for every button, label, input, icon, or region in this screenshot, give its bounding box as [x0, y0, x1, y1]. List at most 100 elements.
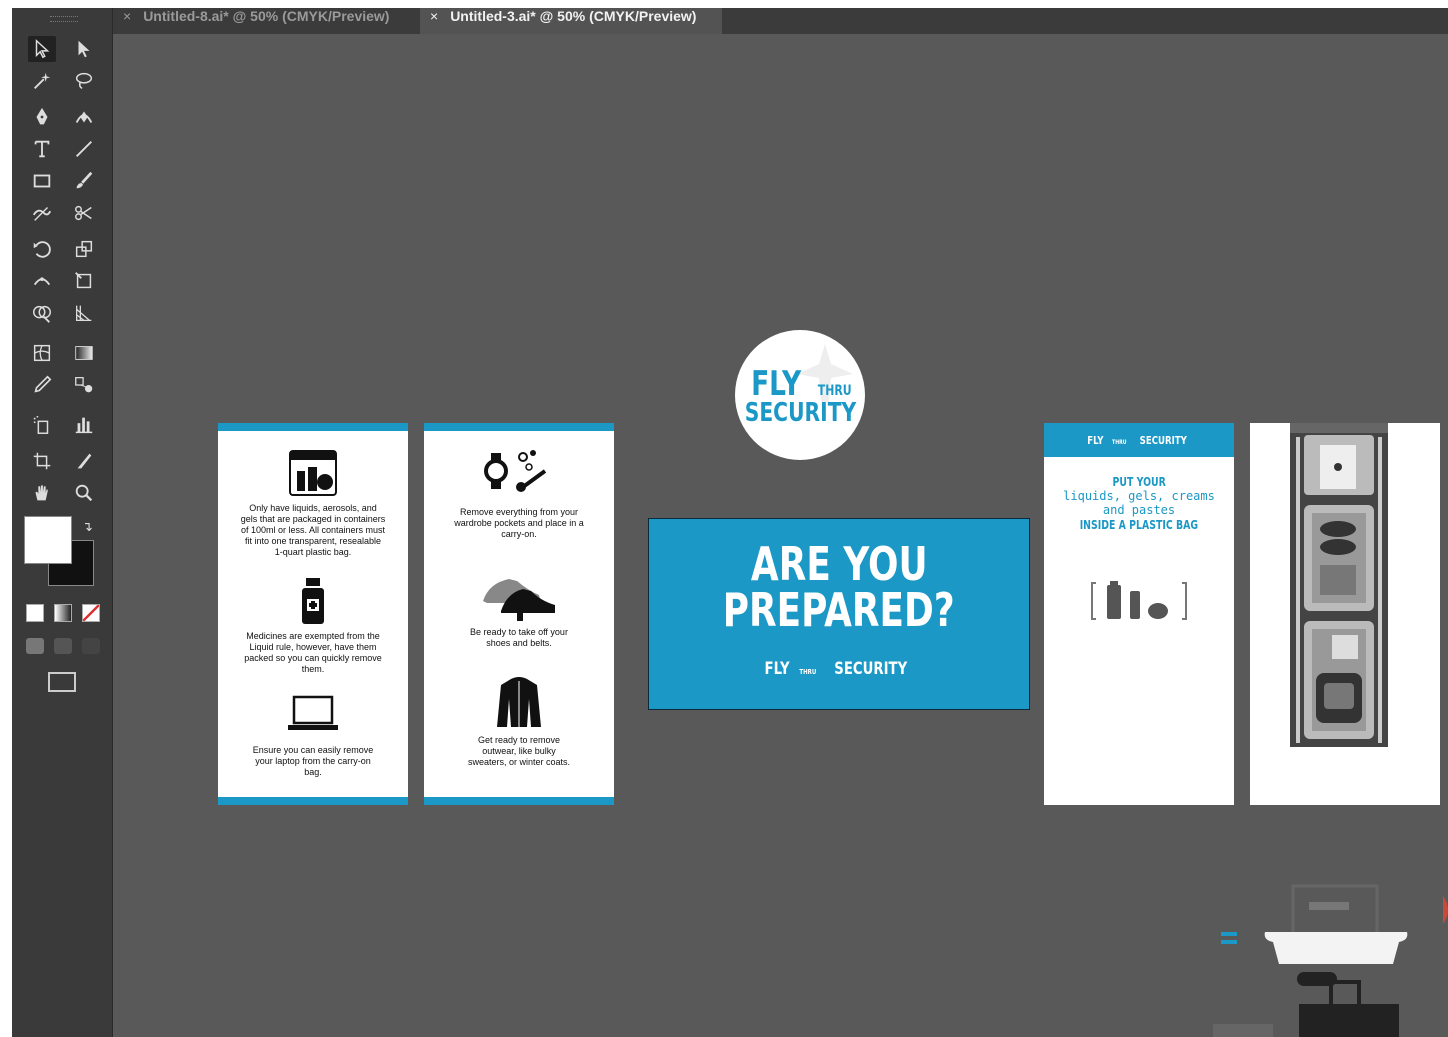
paintbrush-icon — [76, 171, 93, 189]
shoes-icon — [483, 579, 555, 621]
swap-arrows-icon[interactable]: ↴ — [82, 520, 93, 535]
jacket-icon — [497, 677, 541, 727]
artboard-panel-pockets[interactable]: Remove everything from your wardrobe poc… — [424, 423, 614, 805]
perspective-grid-icon — [76, 305, 92, 321]
gradient-icon — [75, 346, 93, 360]
banner-brand-thru: THRU — [799, 668, 817, 676]
panel-grip[interactable] — [50, 16, 78, 22]
banner-line1: ARE YOU — [750, 537, 928, 591]
rotate-tool[interactable] — [28, 236, 56, 262]
tab-untitled-3[interactable]: × Untitled-3.ai* @ 50% (CMYK/Preview) — [420, 8, 722, 34]
shape-builder-icon — [33, 305, 51, 323]
lasso-tool[interactable] — [70, 68, 98, 94]
medicine-bottle-icon — [302, 578, 324, 624]
direct-selection-tool[interactable] — [70, 36, 98, 62]
are-you-prepared-banner[interactable]: ARE YOU PREPARED? FLY THRU SECURITY — [648, 518, 1030, 710]
draw-behind-button[interactable] — [54, 638, 72, 654]
curvature-icon — [75, 111, 93, 123]
panel-bottom-bar — [218, 797, 408, 805]
draw-normal-button[interactable] — [26, 638, 44, 654]
shaper-icon — [32, 207, 52, 221]
blend-tool[interactable] — [70, 372, 98, 398]
hand-icon — [35, 485, 48, 501]
logo-security: SECURITY — [744, 398, 856, 428]
scissors-icon — [75, 205, 92, 221]
artboard-panel-plastic-bag[interactable]: FLY THRU SECURITY PUT YOUR liquids, gels… — [1044, 423, 1234, 805]
zoom-tool[interactable] — [70, 480, 98, 506]
panel-text: Get ready to remove outwear, like bulky … — [467, 735, 571, 767]
put-your-text: PUT YOUR — [1112, 475, 1166, 489]
mesh-tool[interactable] — [28, 340, 56, 366]
panel-top-bar — [424, 423, 614, 431]
slice-icon — [77, 453, 92, 469]
panel-text: Medicines are exempted from the Liquid r… — [244, 631, 382, 674]
gradient-mode-button[interactable] — [54, 604, 72, 622]
banner-line2: PREPARED? — [723, 583, 955, 637]
inside-bag-text: INSIDE A PLASTIC BAG — [1079, 518, 1199, 532]
slice-tool[interactable] — [70, 448, 98, 474]
artboard-icon — [33, 452, 51, 470]
artboard-panel-liquids[interactable]: Only have liquids, aerosols, and gels th… — [218, 423, 408, 805]
scale-icon — [75, 240, 93, 258]
line-segment-icon — [76, 141, 92, 157]
artboard-tool[interactable] — [28, 448, 56, 474]
tab-untitled-8[interactable]: × Untitled-8.ai* @ 50% (CMYK/Preview) — [113, 8, 418, 34]
none-mode-button[interactable] — [82, 604, 100, 622]
pen-tool[interactable] — [28, 104, 56, 130]
type-icon — [34, 140, 50, 158]
eyedropper-tool[interactable] — [28, 372, 56, 398]
column-graph-icon — [75, 417, 93, 434]
selection-icon — [35, 39, 50, 59]
symbol-sprayer-icon — [33, 415, 49, 434]
pen-icon — [36, 107, 48, 125]
magic-wand-tool[interactable] — [28, 68, 56, 94]
tab-label: Untitled-3.ai* @ 50% (CMYK/Preview) — [450, 8, 697, 24]
liquids-text: liquids, gels, creams — [1063, 489, 1215, 503]
and-pastes-text: and pastes — [1102, 503, 1176, 517]
free-transform-icon — [75, 272, 92, 289]
perspective-grid-tool[interactable] — [70, 300, 98, 326]
rectangle-icon — [33, 174, 51, 188]
type-tool[interactable] — [28, 136, 56, 162]
selection-tool[interactable] — [28, 36, 56, 62]
lasso-icon — [75, 72, 93, 89]
zoom-icon — [75, 484, 93, 502]
paintbrush-tool[interactable] — [70, 168, 98, 194]
line-segment-tool[interactable] — [70, 136, 98, 162]
artboard-panel-conveyor[interactable] — [1250, 423, 1440, 805]
change-screen-mode-button[interactable] — [48, 672, 76, 692]
shape-builder-tool[interactable] — [28, 300, 56, 326]
color-mode-button[interactable] — [26, 604, 44, 622]
plastic-bag-items-icon — [1091, 581, 1187, 620]
free-transform-tool[interactable] — [70, 268, 98, 294]
curvature-tool[interactable] — [70, 104, 98, 130]
panel-text: Only have liquids, aerosols, and gels th… — [240, 503, 386, 557]
close-icon[interactable]: × — [430, 8, 438, 24]
banner-brand-fly: FLY — [764, 659, 790, 679]
close-icon[interactable]: × — [123, 8, 131, 24]
tab-label: Untitled-8.ai* @ 50% (CMYK/Preview) — [143, 8, 390, 24]
mesh-icon — [33, 344, 51, 362]
artboard-canvas[interactable]: Only have liquids, aerosols, and gels th… — [113, 34, 1448, 1037]
fly-thru-security-logo[interactable]: FLY THRU SECURITY — [735, 330, 865, 460]
symbol-sprayer-tool[interactable] — [28, 412, 56, 438]
width-icon — [33, 277, 51, 286]
rectangle-tool[interactable] — [28, 168, 56, 194]
panel-text: Be ready to take off your shoes and belt… — [470, 627, 568, 648]
logo-thru: THRU — [817, 383, 852, 399]
scissors-tool[interactable] — [70, 200, 98, 226]
draw-inside-button[interactable] — [82, 638, 100, 654]
shaper-tool[interactable] — [28, 200, 56, 226]
column-graph-tool[interactable] — [70, 412, 98, 438]
security-tray-illustration — [1213, 884, 1448, 1037]
laptop-icon — [288, 695, 338, 730]
gradient-tool[interactable] — [70, 340, 98, 366]
width-tool[interactable] — [28, 268, 56, 294]
banner-brand-security: SECURITY — [834, 659, 908, 679]
direct-selection-icon — [78, 40, 90, 58]
blend-icon — [75, 377, 93, 393]
liquids-bag-icon — [289, 450, 337, 496]
hand-tool[interactable] — [28, 480, 56, 506]
fill-color-swatch[interactable] — [24, 516, 72, 564]
scale-tool[interactable] — [70, 236, 98, 262]
